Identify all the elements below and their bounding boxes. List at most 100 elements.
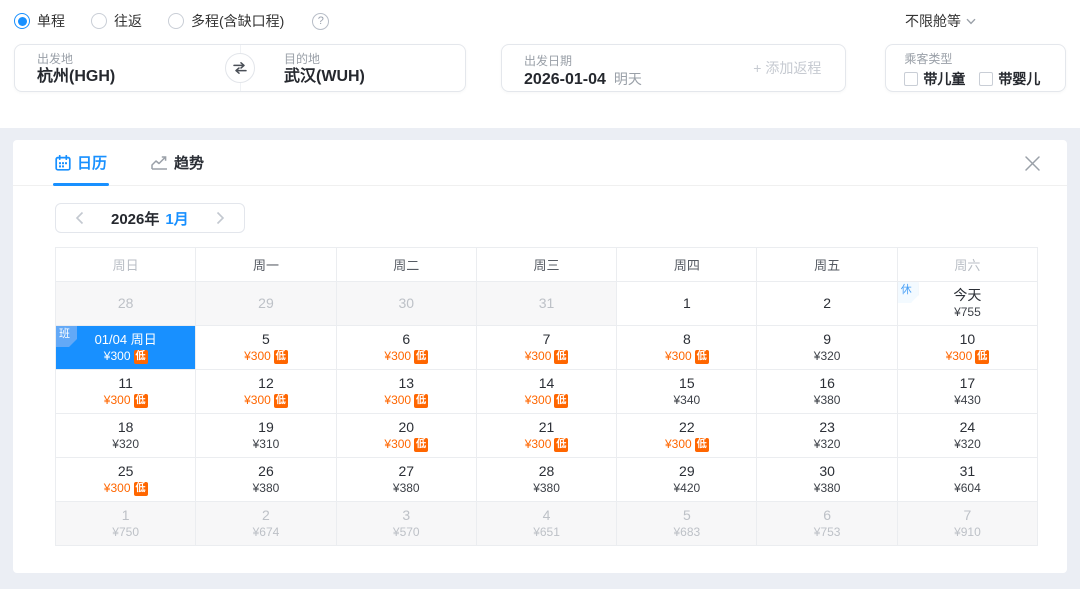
calendar-cell[interactable]: 5¥300低 (196, 326, 336, 370)
price-text: ¥300 (665, 349, 692, 364)
price-text: ¥380 (814, 393, 841, 408)
low-price-badge: 低 (274, 394, 288, 408)
cell-date: 15 (617, 375, 756, 392)
swap-cities-icon[interactable] (225, 53, 255, 83)
price-text: ¥300 (525, 437, 552, 452)
cell-price: ¥380 (196, 481, 335, 496)
calendar-cell[interactable]: 18¥320 (56, 414, 196, 458)
calendar-week-row: 25¥300低26¥38027¥38028¥38029¥42030¥38031¥… (56, 458, 1038, 502)
cell-price: ¥300低 (617, 349, 756, 364)
calendar-cell[interactable]: 10¥300低 (897, 326, 1037, 370)
cell-price: ¥755 (898, 305, 1037, 320)
passenger-option-1[interactable]: 带儿童 (904, 69, 965, 89)
price-text: ¥320 (814, 437, 841, 452)
calendar-cell[interactable]: 8¥300低 (617, 326, 757, 370)
calendar-cell[interactable]: 29¥420 (617, 458, 757, 502)
calendar-cell[interactable]: 26¥380 (196, 458, 336, 502)
cell-price: ¥300低 (477, 349, 616, 364)
calendar-body: 2026年1月 周日周一周二周三周四周五周六 2829303112休今天¥755… (13, 186, 1067, 546)
calendar-cell[interactable]: 31¥604 (897, 458, 1037, 502)
help-icon[interactable]: ? (312, 13, 329, 30)
cell-price: ¥910 (898, 525, 1037, 540)
next-month-icon[interactable] (211, 208, 231, 228)
calendar-cell[interactable]: 休今天¥755 (897, 282, 1037, 326)
cell-date: 12 (196, 375, 335, 392)
price-text: ¥380 (253, 481, 280, 496)
calendar-cell[interactable]: 7¥300低 (476, 326, 616, 370)
prev-month-icon[interactable] (69, 208, 89, 228)
calendar-cell[interactable]: 23¥320 (757, 414, 897, 458)
close-icon[interactable] (1021, 152, 1043, 174)
cell-date: 22 (617, 419, 756, 436)
calendar-cell[interactable]: 30¥380 (757, 458, 897, 502)
tab-calendar[interactable]: 日历 (55, 140, 107, 186)
cell-price: ¥300低 (196, 393, 335, 408)
calendar-cell[interactable]: 27¥380 (336, 458, 476, 502)
weekday-header: 周四 (617, 248, 757, 282)
calendar-cell[interactable]: 15¥340 (617, 370, 757, 414)
weekday-header: 周日 (56, 248, 196, 282)
cell-price: ¥340 (617, 393, 756, 408)
trip-type-option-2[interactable]: 往返 (91, 11, 142, 31)
cell-price: ¥750 (56, 525, 195, 540)
departure-field[interactable]: 出发地 杭州(HGH) (15, 45, 240, 91)
cell-price: ¥674 (196, 525, 335, 540)
trip-type-option-1[interactable]: 单程 (14, 11, 65, 31)
price-text: ¥320 (112, 437, 139, 452)
calendar-cell[interactable]: 9¥320 (757, 326, 897, 370)
calendar-cell[interactable]: 11¥300低 (56, 370, 196, 414)
calendar-cell[interactable]: 6¥300低 (336, 326, 476, 370)
price-text: ¥300 (384, 393, 411, 408)
calendar-cell[interactable]: 25¥300低 (56, 458, 196, 502)
chevron-down-icon (966, 18, 976, 25)
cell-price: ¥604 (898, 481, 1037, 496)
calendar-cell[interactable]: 21¥300低 (476, 414, 616, 458)
low-price-badge: 低 (274, 350, 288, 364)
destination-field[interactable]: 目的地 武汉(WUH) (240, 45, 465, 91)
calendar-cell[interactable]: 16¥380 (757, 370, 897, 414)
calendar-week-row: 1¥7502¥6743¥5704¥6515¥6836¥7537¥910 (56, 502, 1038, 546)
cell-date: 6 (757, 507, 896, 524)
cell-price: ¥300低 (56, 349, 195, 364)
calendar-cell[interactable]: 19¥310 (196, 414, 336, 458)
search-form: 出发地 杭州(HGH) 目的地 武汉(WUH) 出发日期 2026-01-04 (14, 44, 1066, 92)
price-text: ¥300 (244, 393, 271, 408)
price-text: ¥420 (673, 481, 700, 496)
calendar-cell[interactable]: 13¥300低 (336, 370, 476, 414)
calendar-cell: 29 (196, 282, 336, 326)
calendar-cell[interactable]: 20¥300低 (336, 414, 476, 458)
cell-price: ¥320 (757, 349, 896, 364)
price-text: ¥300 (104, 349, 131, 364)
calendar-cell[interactable]: 24¥320 (897, 414, 1037, 458)
destination-value: 武汉(WUH) (284, 67, 465, 87)
calendar-cell[interactable]: 17¥430 (897, 370, 1037, 414)
cabin-class-dropdown[interactable]: 不限舱等 (905, 11, 976, 31)
cell-date: 26 (196, 463, 335, 480)
departure-date-field[interactable]: 出发日期 2026-01-04 明天 (502, 47, 642, 90)
calendar-cell[interactable]: 1 (617, 282, 757, 326)
cell-price: ¥320 (898, 437, 1037, 452)
trip-type-option-3[interactable]: 多程(含缺口程) (168, 11, 284, 31)
calendar-cell[interactable]: 28¥380 (476, 458, 616, 502)
tab-label: 日历 (77, 152, 107, 173)
calendar-cell[interactable]: 2 (757, 282, 897, 326)
low-price-badge: 低 (695, 350, 709, 364)
low-price-badge: 低 (554, 394, 568, 408)
calendar-cell: 28 (56, 282, 196, 326)
cell-date: 29 (617, 463, 756, 480)
trip-type-row: 单程 往返 多程(含缺口程) ? 不限舱等 (14, 10, 1066, 32)
passenger-option-2[interactable]: 带婴儿 (979, 69, 1040, 89)
low-price-badge: 低 (414, 350, 428, 364)
add-return-button[interactable]: + 添加返程 (753, 58, 821, 78)
price-text: ¥300 (104, 393, 131, 408)
cell-price: ¥420 (617, 481, 756, 496)
cell-date: 2 (757, 295, 896, 312)
departure-value: 杭州(HGH) (37, 67, 240, 87)
destination-label: 目的地 (284, 52, 465, 66)
calendar-cell[interactable]: 22¥300低 (617, 414, 757, 458)
tab-trend[interactable]: 趋势 (151, 140, 204, 186)
price-text: ¥651 (533, 525, 560, 540)
calendar-cell-selected[interactable]: 班01/04 周日¥300低 (56, 326, 196, 370)
calendar-cell[interactable]: 12¥300低 (196, 370, 336, 414)
calendar-cell[interactable]: 14¥300低 (476, 370, 616, 414)
